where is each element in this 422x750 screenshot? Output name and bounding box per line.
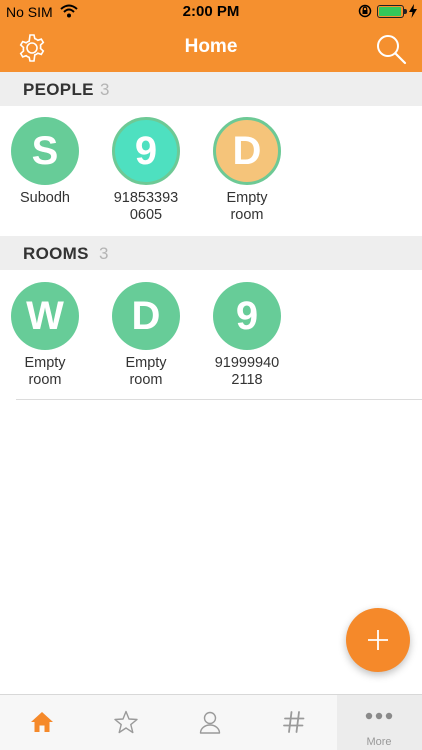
people-section-header: PEOPLE 3 <box>0 72 422 106</box>
tab-home[interactable] <box>0 695 84 750</box>
room-name: Empty room <box>24 355 66 388</box>
contact-name: 91853393 0605 <box>113 190 179 223</box>
tab-bar: More <box>0 694 422 750</box>
battery-icon <box>377 5 407 18</box>
people-item-subodh[interactable]: S Subodh <box>0 117 95 207</box>
navigation-bar: No SIM 2:00 PM Home <box>0 0 422 72</box>
room-name: Empty room <box>125 355 167 388</box>
contact-name: Empty room <box>226 190 268 223</box>
rooms-section-count: 3 <box>99 244 109 263</box>
tab-more[interactable]: More <box>337 695 422 750</box>
tab-favorites[interactable] <box>84 695 168 750</box>
more-icon <box>365 712 393 720</box>
contact-name: Subodh <box>20 190 70 206</box>
people-item-number[interactable]: 9 91853393 0605 <box>96 117 196 224</box>
charging-icon <box>409 4 417 21</box>
search-button[interactable] <box>374 32 408 66</box>
room-item-number[interactable]: 9 91999940 2118 <box>197 282 297 389</box>
room-item-d[interactable]: D Empty room <box>96 282 196 389</box>
star-icon <box>114 710 138 734</box>
home-icon <box>31 712 53 732</box>
tab-channels[interactable] <box>252 695 336 750</box>
hashtag-icon <box>283 711 305 733</box>
avatar: 9 <box>112 117 180 185</box>
avatar: D <box>112 282 180 350</box>
avatar: S <box>11 117 79 185</box>
status-bar: No SIM 2:00 PM <box>0 0 422 24</box>
avatar: 9 <box>213 282 281 350</box>
avatar: W <box>11 282 79 350</box>
plus-icon <box>368 630 388 650</box>
orientation-lock-icon <box>358 4 372 21</box>
section-divider <box>16 399 422 400</box>
search-icon <box>377 35 407 65</box>
people-section-count: 3 <box>100 80 110 99</box>
people-section-label: PEOPLE <box>23 80 94 99</box>
rooms-section-label: ROOMS <box>23 244 89 263</box>
room-name: 91999940 2118 <box>214 355 280 388</box>
tab-more-label: More <box>366 736 392 748</box>
page-title: Home <box>184 36 238 57</box>
add-button[interactable] <box>346 608 410 672</box>
rooms-section-header: ROOMS 3 <box>0 236 422 270</box>
tab-contacts[interactable] <box>168 695 252 750</box>
person-icon <box>199 711 221 734</box>
avatar: D <box>213 117 281 185</box>
room-item-w[interactable]: W Empty room <box>0 282 95 389</box>
people-item-empty-room[interactable]: D Empty room <box>197 117 297 224</box>
